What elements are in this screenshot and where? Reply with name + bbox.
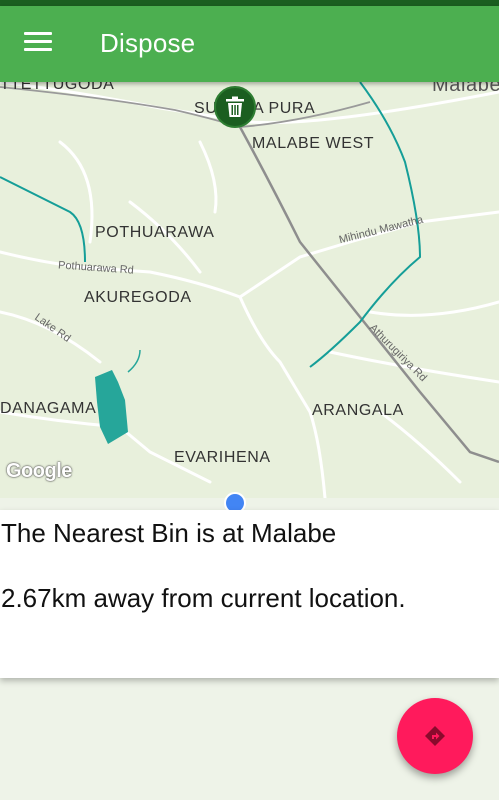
place-label: POTHUARAWA (95, 224, 215, 241)
nearest-bin-card: The Nearest Bin is at Malabe 2.67km away… (0, 510, 499, 678)
place-label: Malabe (432, 82, 499, 96)
map-roads (0, 82, 499, 498)
nearest-bin-text: The Nearest Bin is at Malabe (1, 518, 337, 548)
place-label: ARANGALA (312, 402, 404, 419)
hamburger-menu-icon[interactable] (24, 32, 52, 56)
place-label: EVARIHENA (174, 449, 271, 466)
app-bar: Dispose (0, 6, 499, 82)
directions-button[interactable] (397, 698, 473, 774)
place-label: AKUREGODA (84, 289, 192, 306)
map-view[interactable]: TTETTUGODA SUDANA PURA MALABE WEST Malab… (0, 82, 499, 498)
place-label: TTETTUGODA (0, 82, 115, 93)
place-label: DANAGAMA (0, 400, 97, 417)
distance-text: 2.67km away from current location. (1, 583, 406, 613)
directions-icon (425, 726, 445, 746)
app-title: Dispose (100, 28, 196, 58)
trash-bin-icon[interactable] (214, 86, 256, 128)
google-logo: Google (6, 460, 72, 482)
place-label: MALABE WEST (252, 135, 375, 152)
